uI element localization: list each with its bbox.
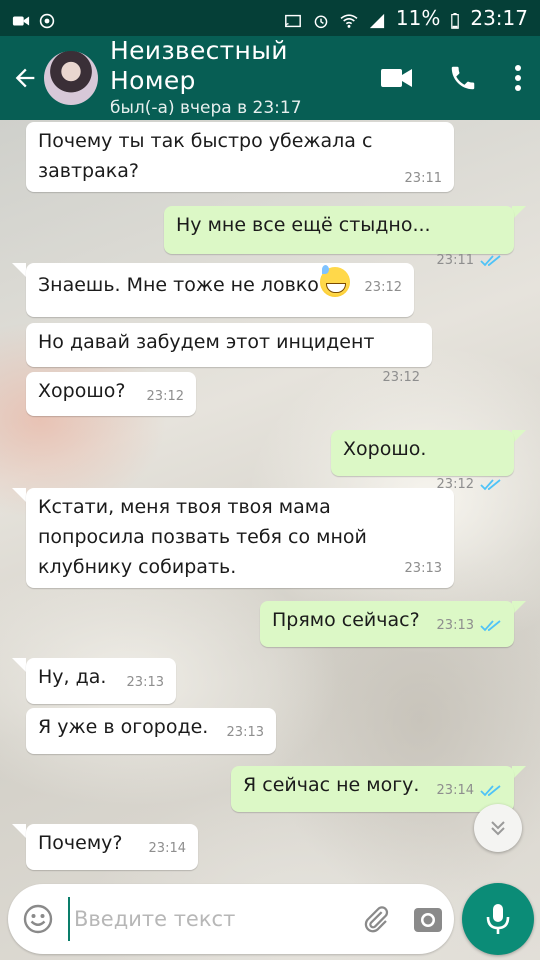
message-text: Почему? [38, 832, 123, 854]
smiley-icon [23, 904, 53, 934]
last-seen: был(-а) вчера в 23:17 [110, 98, 302, 118]
status-left [12, 10, 56, 29]
phone-icon [451, 66, 475, 90]
message-text: Прямо сейчас? [272, 609, 420, 631]
message-text: Я уже в огороде. [38, 716, 209, 738]
camera-button[interactable] [402, 889, 454, 949]
bubble-tail [12, 658, 26, 672]
chat-header: Неизвестный Номер был(-а) вчера в 23:17 [0, 36, 540, 120]
message-outgoing[interactable]: Я сейчас не могу. 23:14 [231, 766, 514, 812]
avatar[interactable] [44, 51, 98, 105]
message-incoming[interactable]: Почему ты так быстро убежала с завтрака?… [26, 122, 454, 192]
message-text: Кстати, меня твоя твоя мама попросила по… [38, 496, 367, 578]
contact-info[interactable]: Неизвестный Номер был(-а) вчера в 23:17 [110, 36, 364, 120]
message-meta: 23:12 [383, 369, 420, 387]
message-meta: 23:11 [405, 170, 442, 188]
wifi-icon [340, 10, 358, 28]
read-ticks-icon [480, 479, 501, 491]
attach-button[interactable] [350, 889, 402, 949]
composer [0, 880, 540, 960]
bubble-tail [12, 824, 26, 838]
message-text: Хорошо. [343, 438, 427, 460]
cast-icon [284, 10, 302, 28]
whatsapp-notification-icon [38, 10, 56, 29]
message-time: 23:14 [436, 783, 474, 798]
emoji-button[interactable] [8, 889, 68, 949]
message-time: 23:14 [148, 841, 186, 856]
message-meta: 23:13 [227, 724, 264, 742]
message-text: Ну, да. [38, 666, 107, 688]
message-time: 23:11 [404, 171, 442, 186]
message-incoming[interactable]: Кстати, меня твоя твоя мама попросила по… [26, 488, 454, 588]
message-time: 23:13 [126, 675, 164, 690]
battery-icon [450, 10, 460, 29]
message-text: Почему ты так быстро убежала с завтрака? [38, 130, 373, 182]
scroll-to-bottom-button[interactable] [474, 804, 522, 852]
paperclip-icon [364, 906, 389, 933]
message-meta: 23:12 [147, 388, 184, 406]
message-time: 23:12 [364, 280, 402, 295]
voice-call-button[interactable] [430, 48, 496, 108]
message-meta: 23:13 [127, 674, 164, 692]
header-actions [364, 48, 540, 108]
video-call-button[interactable] [364, 48, 430, 108]
read-ticks-icon [480, 620, 501, 632]
message-meta: 23:14 [437, 782, 502, 800]
contact-name: Неизвестный Номер [110, 36, 288, 95]
bubble-tail [512, 206, 526, 220]
back-button[interactable] [6, 48, 44, 108]
more-options-button[interactable] [496, 48, 540, 108]
message-incoming[interactable]: Знаешь. Мне тоже не ловко 23:12 [26, 263, 414, 317]
bubble-tail [512, 601, 526, 615]
alarm-icon [312, 10, 330, 29]
message-meta: 23:13 [405, 560, 442, 578]
message-text: Но давай забудем этот инцидент [38, 331, 375, 353]
message-list[interactable]: Почему ты так быстро убежала с завтрака?… [0, 120, 540, 880]
signal-icon [368, 10, 386, 29]
bubble-tail [12, 263, 26, 277]
message-incoming[interactable]: Почему? 23:14 [26, 824, 198, 870]
message-outgoing[interactable]: Хорошо. 23:12 [331, 430, 514, 492]
message-meta: 23:12 [365, 279, 402, 297]
message-meta: 23:14 [149, 840, 186, 858]
arrow-left-icon [15, 68, 35, 88]
composer-box [8, 884, 454, 954]
microphone-icon [486, 904, 510, 934]
camera-icon [414, 908, 442, 932]
clock: 23:17 [470, 6, 528, 30]
message-meta: 23:11 [437, 252, 502, 270]
status-right: 11% 23:17 [284, 6, 528, 30]
message-time: 23:12 [146, 389, 184, 404]
message-text: Знаешь. Мне тоже не ловко [38, 274, 319, 296]
read-ticks-icon [480, 255, 501, 267]
double-chevron-down-icon [491, 821, 505, 836]
bubble-tail [512, 766, 526, 780]
more-vert-icon [515, 65, 521, 91]
message-time: 23:11 [436, 253, 474, 268]
message-incoming[interactable]: Но давай забудем этот инцидент 23:12 [26, 323, 432, 385]
message-time: 23:13 [226, 725, 264, 740]
status-bar: 11% 23:17 [0, 0, 540, 36]
message-outgoing[interactable]: Прямо сейчас? 23:13 [260, 601, 514, 647]
video-camera-icon [381, 69, 412, 87]
message-input[interactable] [68, 897, 350, 941]
message-meta: 23:13 [437, 617, 502, 635]
message-text: Я сейчас не могу. [243, 774, 420, 796]
message-time: 23:13 [404, 561, 442, 576]
read-ticks-icon [480, 785, 501, 797]
message-time: 23:12 [382, 370, 420, 385]
message-incoming[interactable]: Ну, да. 23:13 [26, 658, 176, 704]
message-outgoing[interactable]: Ну мне все ещё стыдно... 23:11 [164, 206, 514, 268]
bubble-tail [12, 488, 26, 502]
message-time: 23:13 [436, 618, 474, 633]
bubble-tail [512, 430, 526, 444]
message-text: Хорошо? [38, 380, 126, 402]
battery-percent: 11% [395, 6, 441, 30]
voice-record-button[interactable] [462, 883, 534, 955]
video-notification-icon [12, 10, 30, 26]
grinning-sweat-emoji-icon [319, 265, 350, 297]
message-text: Ну мне все ещё стыдно... [176, 214, 431, 236]
message-incoming[interactable]: Я уже в огороде. 23:13 [26, 708, 276, 754]
message-incoming[interactable]: Хорошо? 23:12 [26, 372, 196, 416]
